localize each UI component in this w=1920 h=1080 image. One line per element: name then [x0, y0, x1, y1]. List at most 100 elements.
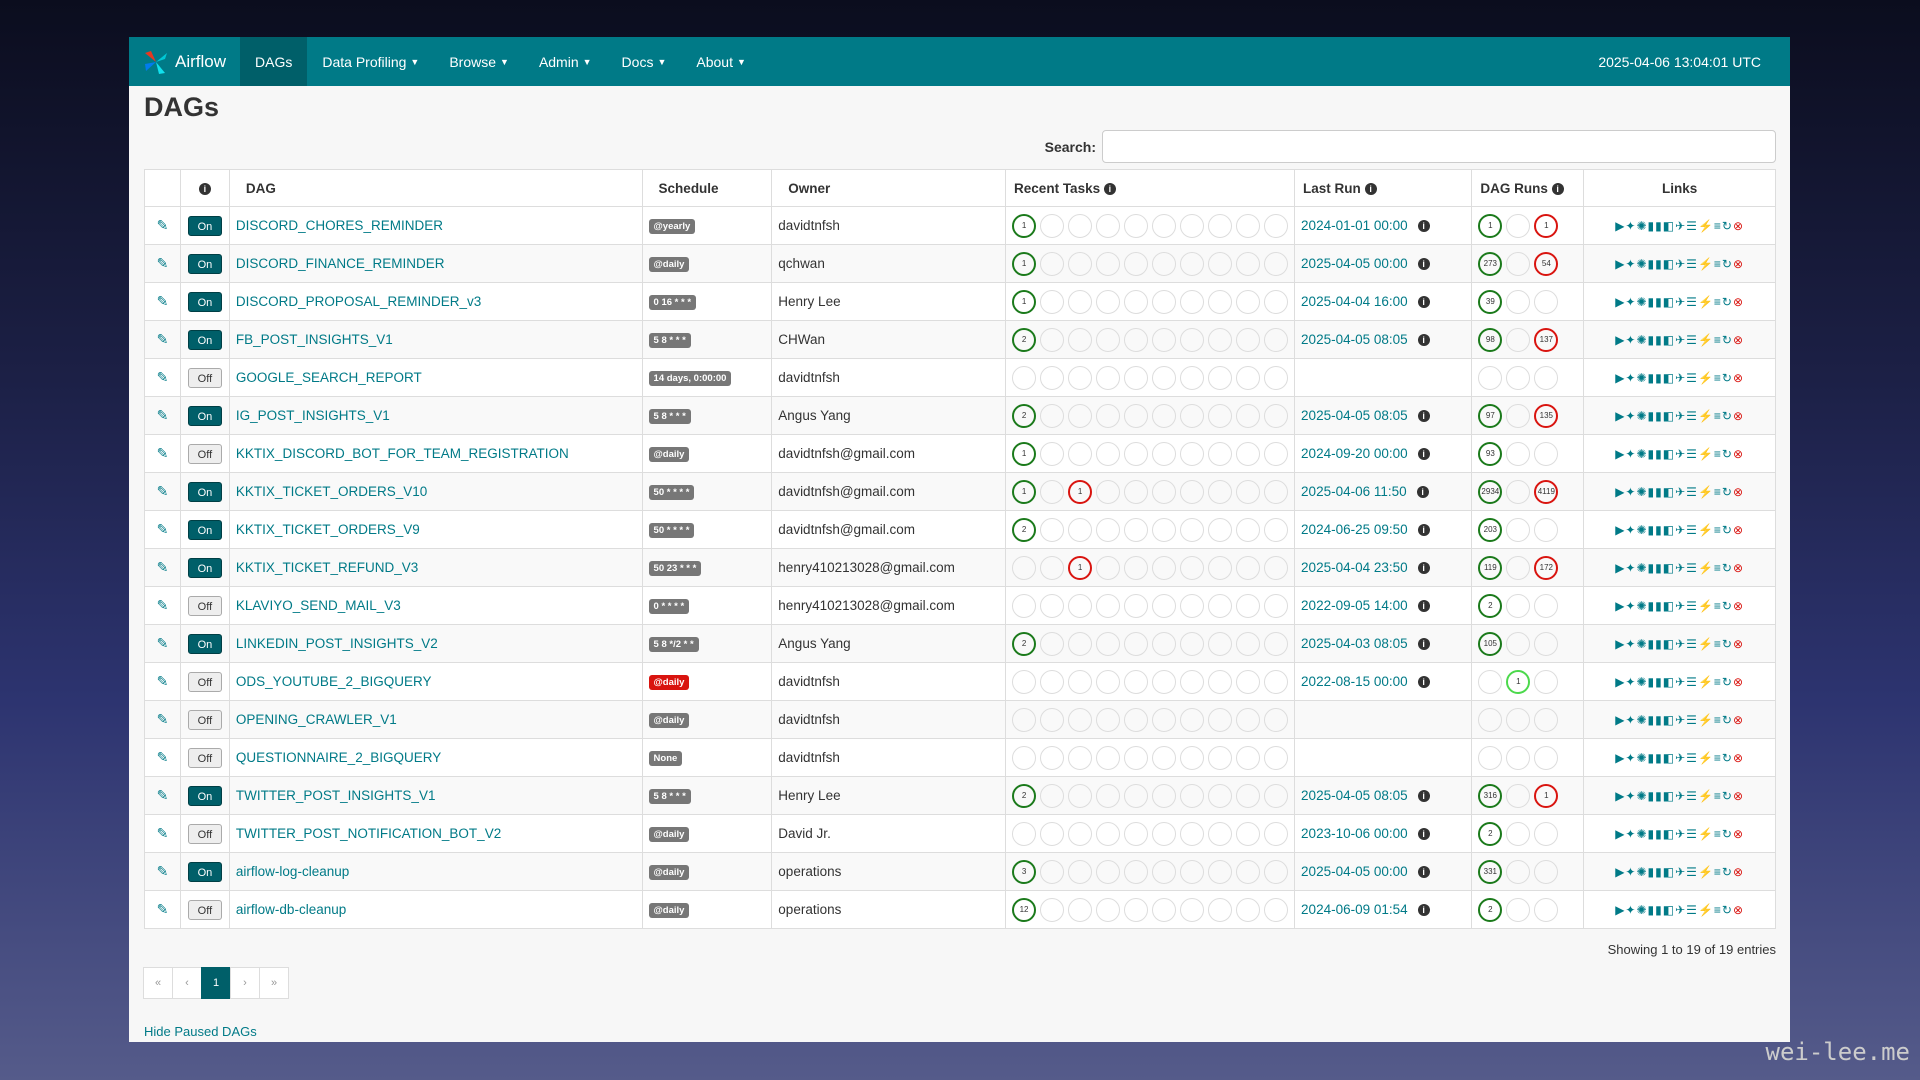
task-state-circle[interactable] — [1264, 669, 1289, 694]
task-state-circle[interactable] — [1096, 213, 1121, 238]
task-state-circle[interactable] — [1040, 593, 1065, 618]
task-state-circle[interactable] — [1208, 745, 1233, 770]
tree-view-icon[interactable]: ✦ — [1625, 485, 1636, 499]
refresh-icon[interactable]: ↻ — [1722, 447, 1733, 461]
task-state-circle[interactable]: 3 — [1012, 859, 1037, 884]
info-icon[interactable]: i — [1417, 904, 1430, 917]
trigger-dag-icon[interactable]: ▶ — [1615, 865, 1625, 879]
logs-icon[interactable]: ≡ — [1714, 637, 1722, 651]
task-state-circle[interactable] — [1208, 251, 1233, 276]
task-state-circle[interactable] — [1068, 745, 1093, 770]
task-state-circle[interactable] — [1236, 441, 1261, 466]
task-state-circle[interactable] — [1012, 593, 1037, 618]
task-tries-icon[interactable]: ◧ — [1663, 903, 1675, 917]
logs-icon[interactable]: ≡ — [1714, 751, 1722, 765]
delete-dag-icon[interactable]: ⊗ — [1733, 827, 1744, 841]
pause-toggle[interactable]: On — [187, 329, 222, 350]
dag-run-state-circle[interactable] — [1478, 669, 1503, 694]
tree-view-icon[interactable]: ✦ — [1625, 333, 1636, 347]
gantt-icon[interactable]: ☰ — [1686, 409, 1698, 423]
task-state-circle[interactable] — [1208, 289, 1233, 314]
task-tries-icon[interactable]: ◧ — [1663, 295, 1675, 309]
task-state-circle[interactable] — [1040, 707, 1065, 732]
dag-link[interactable]: OPENING_CRAWLER_V1 — [236, 712, 397, 727]
edit-icon[interactable]: ✎ — [157, 483, 169, 499]
gantt-icon[interactable]: ☰ — [1686, 865, 1698, 879]
task-state-circle[interactable] — [1096, 327, 1121, 352]
task-state-circle[interactable] — [1264, 745, 1289, 770]
code-view-icon[interactable]: ⚡ — [1698, 675, 1714, 689]
dag-run-state-circle[interactable] — [1478, 745, 1503, 770]
task-state-circle[interactable] — [1264, 517, 1289, 542]
graph-view-icon[interactable]: ✺ — [1636, 257, 1647, 271]
logs-icon[interactable]: ≡ — [1714, 903, 1722, 917]
tree-view-icon[interactable]: ✦ — [1625, 257, 1636, 271]
task-state-circle[interactable] — [1208, 365, 1233, 390]
task-tries-icon[interactable]: ◧ — [1663, 675, 1675, 689]
task-state-circle[interactable] — [1236, 783, 1261, 808]
task-state-circle[interactable] — [1040, 251, 1065, 276]
dag-link[interactable]: ODS_YOUTUBE_2_BIGQUERY — [236, 674, 432, 689]
delete-dag-icon[interactable]: ⊗ — [1733, 903, 1744, 917]
task-state-circle[interactable] — [1068, 251, 1093, 276]
delete-dag-icon[interactable]: ⊗ — [1733, 371, 1744, 385]
task-state-circle[interactable] — [1152, 327, 1177, 352]
task-state-circle[interactable] — [1152, 517, 1177, 542]
delete-dag-icon[interactable]: ⊗ — [1733, 485, 1744, 499]
task-state-circle[interactable] — [1236, 365, 1261, 390]
graph-view-icon[interactable]: ✺ — [1636, 865, 1647, 879]
pause-toggle[interactable]: On — [187, 253, 222, 274]
info-icon[interactable]: i — [1417, 638, 1430, 651]
task-state-circle[interactable] — [1124, 859, 1149, 884]
info-icon[interactable]: i — [1416, 486, 1429, 499]
logs-icon[interactable]: ≡ — [1714, 371, 1722, 385]
task-state-circle[interactable] — [1040, 327, 1065, 352]
logs-icon[interactable]: ≡ — [1714, 827, 1722, 841]
landing-times-icon[interactable]: ✈ — [1675, 295, 1686, 309]
nav-docs[interactable]: Docs ▼ — [607, 37, 682, 86]
graph-view-icon[interactable]: ✺ — [1636, 409, 1647, 423]
task-state-circle[interactable] — [1152, 441, 1177, 466]
dag-run-state-circle[interactable] — [1534, 897, 1559, 922]
gantt-icon[interactable]: ☰ — [1686, 257, 1698, 271]
dag-run-state-circle[interactable] — [1506, 517, 1531, 542]
logs-icon[interactable]: ≡ — [1714, 295, 1722, 309]
next-page-button[interactable]: › — [230, 967, 260, 999]
refresh-icon[interactable]: ↻ — [1722, 827, 1733, 841]
pause-toggle[interactable]: Off — [187, 671, 222, 692]
task-state-circle[interactable] — [1040, 897, 1065, 922]
dag-run-state-circle[interactable] — [1506, 213, 1531, 238]
dag-run-state-circle[interactable]: 54 — [1534, 251, 1559, 276]
dag-link[interactable]: DISCORD_PROPOSAL_REMINDER_v3 — [236, 294, 481, 309]
dag-run-state-circle[interactable] — [1506, 555, 1531, 580]
task-state-circle[interactable] — [1208, 441, 1233, 466]
task-state-circle[interactable] — [1236, 403, 1261, 428]
trigger-dag-icon[interactable]: ▶ — [1615, 789, 1625, 803]
task-state-circle[interactable] — [1236, 213, 1261, 238]
delete-dag-icon[interactable]: ⊗ — [1733, 219, 1744, 233]
gantt-icon[interactable]: ☰ — [1686, 903, 1698, 917]
edit-icon[interactable]: ✎ — [157, 217, 169, 233]
code-view-icon[interactable]: ⚡ — [1698, 865, 1714, 879]
task-state-circle[interactable] — [1236, 745, 1261, 770]
refresh-icon[interactable]: ↻ — [1722, 409, 1733, 423]
tree-view-icon[interactable]: ✦ — [1625, 675, 1636, 689]
dag-run-state-circle[interactable] — [1506, 327, 1531, 352]
task-state-circle[interactable] — [1040, 631, 1065, 656]
task-state-circle[interactable] — [1236, 479, 1261, 504]
code-view-icon[interactable]: ⚡ — [1698, 295, 1714, 309]
graph-view-icon[interactable]: ✺ — [1636, 599, 1647, 613]
task-state-circle[interactable] — [1208, 555, 1233, 580]
nav-admin[interactable]: Admin ▼ — [524, 37, 607, 86]
info-icon[interactable]: i — [1417, 334, 1430, 347]
task-tries-icon[interactable]: ◧ — [1663, 713, 1675, 727]
code-view-icon[interactable]: ⚡ — [1698, 333, 1714, 347]
dag-link[interactable]: TWITTER_POST_INSIGHTS_V1 — [236, 788, 436, 803]
task-state-circle[interactable]: 1 — [1012, 213, 1037, 238]
refresh-icon[interactable]: ↻ — [1722, 865, 1733, 879]
info-icon[interactable]: i — [1417, 410, 1430, 423]
task-state-circle[interactable] — [1040, 441, 1065, 466]
delete-dag-icon[interactable]: ⊗ — [1733, 409, 1744, 423]
task-state-circle[interactable] — [1012, 365, 1037, 390]
task-state-circle[interactable] — [1124, 517, 1149, 542]
